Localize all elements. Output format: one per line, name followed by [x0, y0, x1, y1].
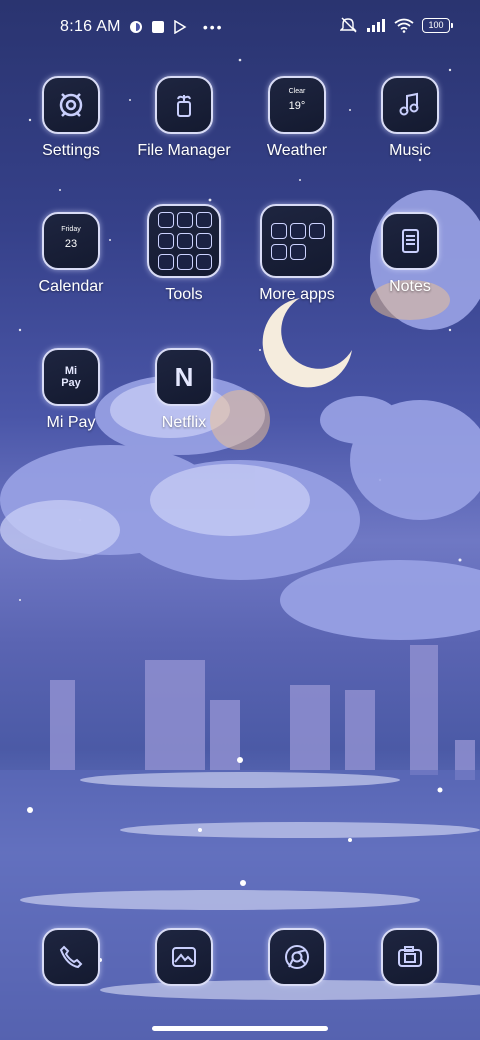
app-label: Calendar [38, 278, 104, 295]
app-music[interactable]: Music [355, 76, 465, 160]
app-label: Music [389, 142, 431, 159]
app-calendar[interactable]: Friday 23 Calendar [16, 212, 126, 296]
app-weather[interactable]: Clear 19° Weather [242, 76, 352, 160]
app-netflix[interactable]: N Netflix [129, 348, 239, 432]
app-label: Notes [389, 278, 431, 295]
status-time: 8:16 AM [60, 18, 121, 35]
mini-app-icon [177, 212, 193, 228]
netflix-icon[interactable]: N [155, 348, 213, 406]
dock-camera[interactable] [355, 928, 465, 986]
app-label: Netflix [161, 414, 207, 431]
mini-app-icon [290, 243, 306, 260]
folder-icon[interactable] [147, 204, 221, 278]
page-dot-active [240, 880, 246, 886]
folder-label: Tools [165, 286, 203, 303]
calendar-day: Friday [61, 226, 81, 233]
square-icon [151, 21, 164, 33]
mini-app-icon [309, 222, 325, 239]
settings-icon[interactable] [42, 76, 100, 134]
phone-icon[interactable] [42, 928, 100, 986]
folder-tools[interactable]: Tools [129, 204, 239, 304]
mini-app-icon [271, 243, 287, 260]
folder-more-apps[interactable]: More apps [242, 204, 352, 304]
dock-phone[interactable] [16, 928, 126, 986]
mini-app-icon [271, 222, 287, 239]
chrome-icon[interactable] [268, 928, 326, 986]
mini-app-icon [196, 233, 212, 249]
app-label: Settings [42, 142, 100, 159]
file-manager-icon[interactable] [155, 76, 213, 134]
battery-level: 100 [428, 19, 444, 30]
calendar-date: 23 [64, 238, 78, 250]
app-label: Weather [266, 142, 328, 159]
status-bar: 8:16 AM ••• 100 [0, 0, 480, 56]
weather-icon[interactable]: Clear 19° [268, 76, 326, 134]
mini-app-icon [290, 222, 306, 239]
mini-app-icon [177, 254, 193, 270]
page-indicator[interactable] [240, 880, 246, 886]
app-mi-pay[interactable]: Mi Pay Mi Pay [16, 348, 126, 432]
mini-app-icon [158, 212, 174, 228]
weather-temp: 19° [288, 100, 306, 112]
mini-app-icon [158, 254, 174, 270]
mini-app-icon [177, 233, 193, 249]
dock-chrome[interactable] [242, 928, 352, 986]
app-label: Mi Pay [46, 414, 96, 431]
wifi-icon [394, 18, 414, 33]
play-store-icon [174, 20, 187, 34]
mini-app-icon [196, 254, 212, 270]
more-notifications: ••• [202, 19, 224, 35]
battery-indicator: 100 [422, 17, 453, 33]
app-settings[interactable]: Settings [16, 76, 126, 160]
signal-icon [367, 19, 385, 32]
app-file-manager[interactable]: File Manager [129, 76, 239, 160]
folder-label: More apps [259, 286, 335, 303]
mini-app-icon [158, 233, 174, 249]
music-note-icon[interactable] [381, 76, 439, 134]
mi-pay-icon[interactable]: Mi Pay [42, 348, 100, 406]
mi-pay-text: Mi Pay [61, 365, 81, 389]
mini-app-icon [196, 212, 212, 228]
mute-icon [340, 17, 357, 33]
notes-icon[interactable] [381, 212, 439, 270]
dock-gallery[interactable] [129, 928, 239, 986]
calendar-icon[interactable]: Friday 23 [42, 212, 100, 270]
netflix-logo-text: N [174, 361, 194, 392]
app-label: File Manager [137, 142, 231, 159]
folder-icon[interactable] [260, 204, 334, 278]
gallery-icon[interactable] [155, 928, 213, 986]
home-gesture-bar[interactable] [152, 1026, 328, 1031]
weather-condition: Clear [288, 88, 306, 95]
app-notes[interactable]: Notes [355, 212, 465, 296]
camera-icon[interactable] [381, 928, 439, 986]
circle-icon [129, 21, 142, 33]
